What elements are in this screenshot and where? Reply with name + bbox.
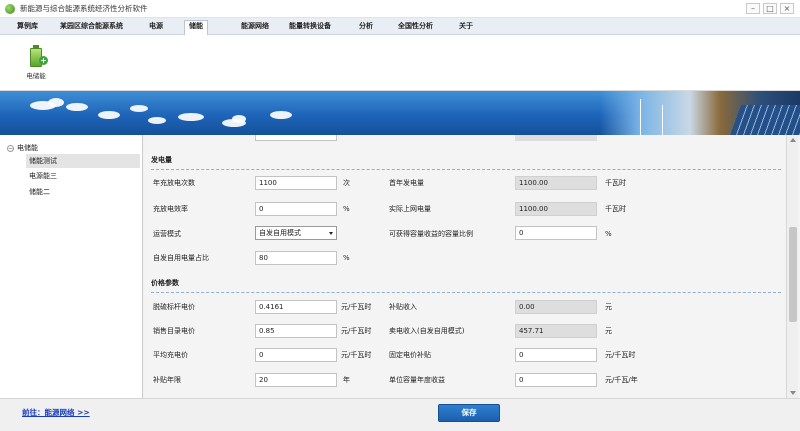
mode-select[interactable]: 自发自用模式 bbox=[255, 226, 337, 240]
subsidy-years-label: 补贴年限 bbox=[153, 376, 181, 384]
avg-charge-price-unit: 元/千瓦时 bbox=[341, 351, 372, 359]
sales-income-field: 457.71 bbox=[515, 324, 597, 338]
menu-about[interactable]: 关于 bbox=[455, 21, 477, 33]
menu-energy-network[interactable]: 能源网络 bbox=[237, 21, 273, 33]
banner-image bbox=[0, 91, 800, 135]
self-use-input[interactable]: 80 bbox=[255, 251, 337, 265]
tree-item-power-three[interactable]: 电源能三 bbox=[26, 169, 140, 183]
cycles-unit: 次 bbox=[343, 179, 350, 187]
minimize-button[interactable]: – bbox=[746, 3, 760, 14]
avg-charge-price-input[interactable]: 0 bbox=[255, 348, 337, 362]
subsidy-years-input[interactable]: 20 bbox=[255, 373, 337, 387]
scroll-down-icon[interactable] bbox=[790, 391, 796, 395]
self-use-label: 自发自用电量占比 bbox=[153, 254, 209, 262]
electric-storage-button[interactable]: + 电储能 bbox=[20, 45, 52, 85]
capacity-ratio-input[interactable]: 0 bbox=[515, 226, 597, 240]
clipped-readonly bbox=[515, 135, 597, 141]
menu-bar: 算例库 某园区综合能源系统 电源 储能 能源网络 能量转换设备 分析 全国性分析… bbox=[0, 18, 800, 35]
ribbon: + 电储能 bbox=[0, 35, 800, 91]
goto-energy-network-link[interactable]: 前往：能源网络 >> bbox=[22, 407, 90, 418]
menu-storage[interactable]: 储能 bbox=[184, 20, 208, 35]
efficiency-unit: % bbox=[343, 205, 350, 213]
close-button[interactable]: × bbox=[780, 3, 794, 14]
menu-power-source[interactable]: 电源 bbox=[145, 21, 167, 33]
window-title: 新能源与综合能源系统经济性分析软件 bbox=[20, 4, 148, 13]
save-button[interactable]: 保存 bbox=[438, 404, 500, 422]
efficiency-label: 充放电效率 bbox=[153, 205, 188, 213]
section-title-price: 价格参数 bbox=[151, 279, 179, 287]
subsidy-income-label: 补贴收入 bbox=[389, 303, 417, 311]
scroll-thumb[interactable] bbox=[789, 227, 797, 322]
storage-tree: − 电储能 储能测试 电源能三 储能二 bbox=[0, 135, 143, 398]
first-year-gen-field: 1100.00 bbox=[515, 176, 597, 190]
menu-analysis[interactable]: 分析 bbox=[355, 21, 377, 33]
menu-national-analysis[interactable]: 全国性分析 bbox=[394, 21, 437, 33]
capacity-ratio-unit: % bbox=[605, 230, 612, 238]
title-bar: 新能源与综合能源系统经济性分析软件 – □ × bbox=[0, 0, 800, 18]
divider bbox=[151, 169, 781, 170]
subsidy-income-unit: 元 bbox=[605, 303, 612, 311]
mode-label: 运营模式 bbox=[153, 230, 181, 238]
menu-conversion-equipment[interactable]: 能量转换设备 bbox=[285, 21, 335, 33]
tree-root-electric-storage[interactable]: − 电储能 bbox=[7, 143, 38, 153]
subsidy-income-field: 0.00 bbox=[515, 300, 597, 314]
capacity-income-unit: 元/千瓦/年 bbox=[605, 376, 638, 384]
menu-park-system[interactable]: 某园区综合能源系统 bbox=[56, 21, 127, 33]
cycles-input[interactable]: 1100 bbox=[255, 176, 337, 190]
bottom-bar: 前往：能源网络 >> 保存 bbox=[0, 398, 800, 431]
sales-income-label: 卖电收入(自发自用模式) bbox=[389, 327, 465, 335]
capacity-ratio-label: 可获得容量收益的容量比例 bbox=[389, 230, 473, 238]
tree-item-storage-two[interactable]: 储能二 bbox=[26, 185, 140, 199]
benchmark-price-input[interactable]: 0.4161 bbox=[255, 300, 337, 314]
first-year-gen-unit: 千瓦时 bbox=[605, 179, 626, 187]
catalog-price-input[interactable]: 0.85 bbox=[255, 324, 337, 338]
clipped-input bbox=[255, 135, 337, 141]
sales-income-unit: 元 bbox=[605, 327, 612, 335]
subsidy-years-unit: 年 bbox=[343, 376, 350, 384]
catalog-price-label: 销售目录电价 bbox=[153, 327, 195, 335]
electric-storage-label: 电储能 bbox=[26, 72, 46, 80]
tree-root-label: 电储能 bbox=[17, 144, 38, 152]
benchmark-price-label: 脱硫标杆电价 bbox=[153, 303, 195, 311]
mode-select-value: 自发自用模式 bbox=[259, 229, 301, 237]
fixed-subsidy-label: 固定电价补贴 bbox=[389, 351, 431, 359]
capacity-income-label: 单位容量年度收益 bbox=[389, 376, 445, 384]
tree-item-storage-test[interactable]: 储能测试 bbox=[26, 154, 140, 168]
solar-panel-image bbox=[730, 105, 800, 135]
collapse-icon[interactable]: − bbox=[7, 144, 14, 152]
grid-energy-unit: 千瓦时 bbox=[605, 205, 626, 213]
catalog-price-unit: 元/千瓦时 bbox=[341, 327, 372, 335]
maximize-button[interactable]: □ bbox=[763, 3, 777, 14]
first-year-gen-label: 首年发电量 bbox=[389, 179, 424, 187]
capacity-income-input[interactable]: 0 bbox=[515, 373, 597, 387]
avg-charge-price-label: 平均充电价 bbox=[153, 351, 188, 359]
cycles-label: 年充放电次数 bbox=[153, 179, 195, 187]
efficiency-input[interactable]: 0 bbox=[255, 202, 337, 216]
fixed-subsidy-unit: 元/千瓦时 bbox=[605, 351, 636, 359]
grid-energy-field: 1100.00 bbox=[515, 202, 597, 216]
benchmark-price-unit: 元/千瓦时 bbox=[341, 303, 372, 311]
section-title-power: 发电量 bbox=[151, 156, 172, 164]
menu-case-library[interactable]: 算例库 bbox=[13, 21, 42, 33]
grid-energy-label: 实际上网电量 bbox=[389, 205, 431, 213]
fixed-subsidy-input[interactable]: 0 bbox=[515, 348, 597, 362]
battery-add-icon: + bbox=[30, 45, 48, 67]
scroll-up-icon[interactable] bbox=[790, 138, 796, 142]
vertical-scrollbar[interactable] bbox=[786, 135, 798, 398]
self-use-unit: % bbox=[343, 254, 350, 262]
dropdown-arrow-icon bbox=[329, 232, 333, 235]
divider bbox=[151, 292, 781, 293]
window-controls: – □ × bbox=[746, 3, 794, 14]
app-icon bbox=[5, 3, 15, 14]
storage-form: 发电量 年充放电次数 1100 次 首年发电量 1100.00 千瓦时 充放电效… bbox=[145, 135, 785, 398]
